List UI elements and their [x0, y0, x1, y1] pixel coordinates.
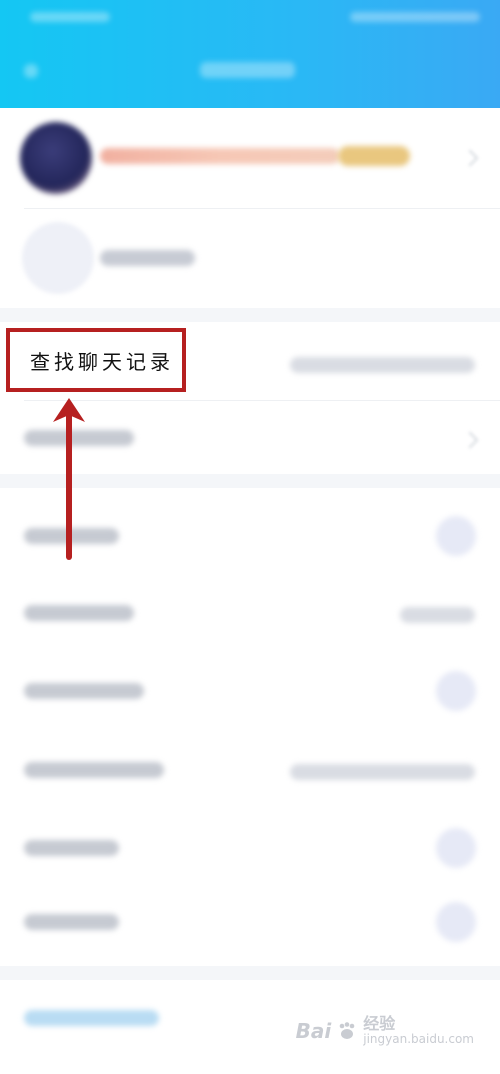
setting-row-5-label[interactable]: [24, 840, 119, 856]
friend-name: [100, 148, 340, 164]
setting-row-5-toggle[interactable]: [436, 828, 476, 868]
setting-row-1-toggle[interactable]: [436, 516, 476, 556]
app-header: [0, 0, 500, 108]
status-bar-left: [30, 12, 110, 22]
watermark-brand: Bai: [295, 1018, 332, 1043]
search-record-hint: [290, 357, 475, 373]
setting-row-3-toggle[interactable]: [436, 671, 476, 711]
search-chat-history-label: 查找聊天记录: [30, 349, 174, 374]
setting-row-2-value: [400, 607, 475, 623]
add-member-avatar[interactable]: [22, 222, 94, 294]
setting-row-4-value: [290, 764, 475, 780]
paw-icon: [339, 1021, 355, 1039]
search-chat-history-item[interactable]: 查找聊天记录: [6, 328, 186, 392]
status-bar-right: [350, 12, 480, 22]
baidu-jingyan-watermark: Bai 经验 jingyan.baidu.com: [296, 1015, 474, 1046]
settings-card: [0, 488, 500, 966]
setting-row-6-toggle[interactable]: [436, 902, 476, 942]
vip-badge: [338, 146, 410, 166]
watermark-brand-cn: 经验: [363, 1014, 396, 1034]
setting-row-1-label[interactable]: [24, 528, 119, 544]
watermark-url: jingyan.baidu.com: [363, 1031, 474, 1046]
chat-file-label[interactable]: [24, 430, 134, 446]
back-arrow-icon[interactable]: [24, 64, 38, 78]
setting-row-4-label[interactable]: [24, 762, 164, 778]
setting-row-6-label[interactable]: [24, 914, 119, 930]
divider: [24, 400, 500, 401]
setting-row-3-label[interactable]: [24, 683, 144, 699]
divider: [24, 208, 500, 209]
bottom-link[interactable]: [24, 1010, 159, 1026]
setting-row-2-label[interactable]: [24, 605, 134, 621]
page-title: [200, 62, 295, 78]
friend-avatar[interactable]: [20, 122, 92, 194]
add-member-label: [100, 250, 195, 266]
